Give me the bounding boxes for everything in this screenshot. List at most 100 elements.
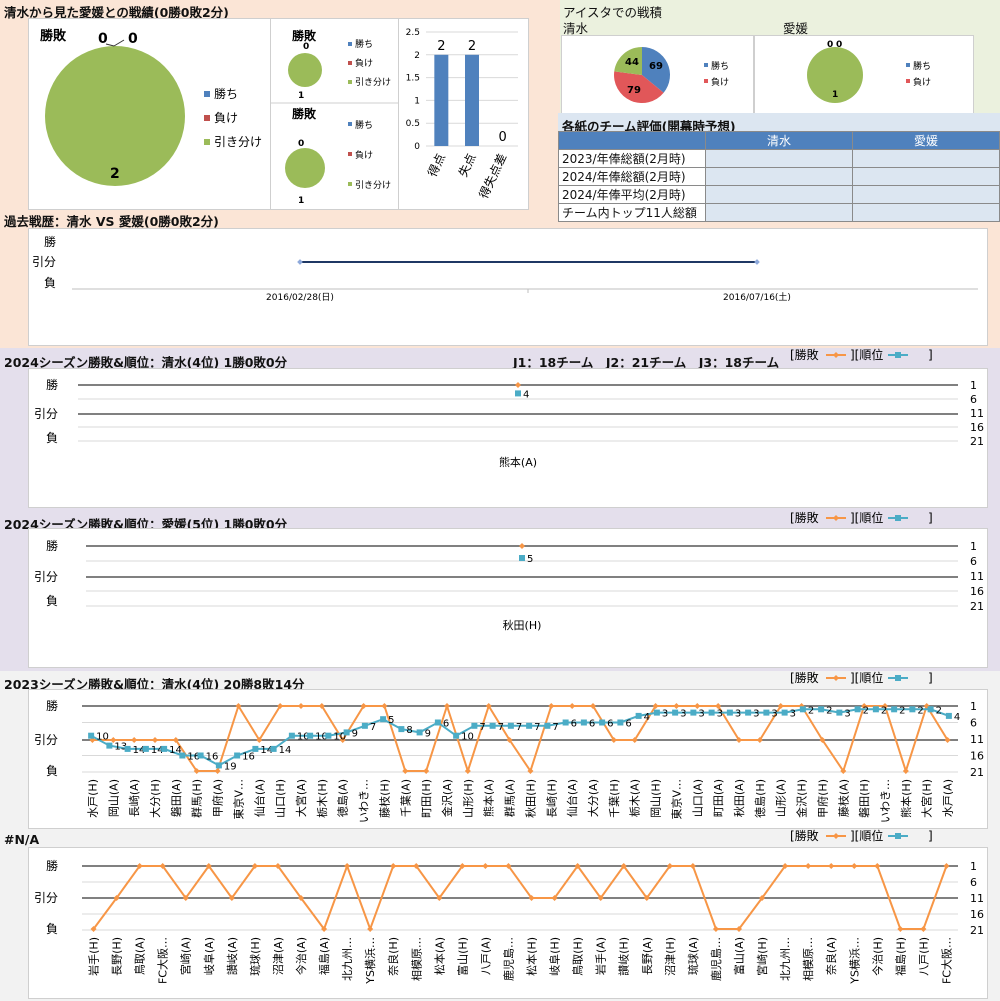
eval-row: 2024/年俸総額(2月時) [558, 167, 1000, 186]
x-category-label: 群馬(H) [190, 779, 204, 818]
legend-rank-marker [895, 352, 901, 358]
rank-point [471, 722, 478, 729]
aisuta-value-loss: 79 [627, 85, 641, 96]
rank-point [763, 709, 770, 716]
x-category-label: 金沢(H) [795, 779, 809, 818]
eval-row-label: 2023/年俸総額(2月時) [558, 149, 706, 168]
legend-rank-marker [895, 833, 901, 839]
rank-point [453, 732, 460, 739]
rank-point [361, 722, 368, 729]
rank-label: 3 [662, 709, 668, 720]
small-pie-1 [288, 53, 322, 87]
result-point [569, 703, 576, 709]
rank-label: 8 [406, 725, 412, 736]
aisuta-legend-loss-swatch [704, 79, 708, 83]
aisuta-ehime-legend-win: 勝ち [913, 60, 931, 72]
small-pie-1-win: 0 [303, 42, 309, 52]
result-point [423, 768, 430, 774]
rank-tick-label: 11 [970, 407, 984, 420]
bar-category-label: 得失点差 [475, 151, 509, 201]
legend-rank-label: ][順位 [850, 348, 883, 362]
aisuta-ehime-legend-loss: 負け [913, 76, 931, 88]
result-point [482, 863, 489, 869]
rank-label: 2 [826, 705, 832, 716]
rank-point [434, 719, 441, 726]
x-category-label: 熊本(A) [482, 779, 496, 817]
rank-tick-label: 21 [970, 435, 984, 448]
x-category-label: 鳥取(A) [133, 937, 147, 975]
bar-category-label: 得点 [424, 151, 448, 179]
legend-result-label: [勝敗 [790, 348, 819, 362]
rank-point [161, 745, 168, 752]
x-category-label: 相模原… [802, 937, 815, 981]
result-point [298, 703, 304, 709]
small-legend-2-loss-swatch [348, 152, 352, 156]
result-point [390, 863, 397, 869]
small-legend-1-win-swatch [348, 42, 352, 46]
rank-point [179, 752, 186, 759]
result-point [444, 703, 450, 709]
rank-point [380, 716, 387, 723]
x-category-label: 秋田(H) [503, 618, 542, 632]
aisuta-legend-loss: 負け [711, 76, 729, 88]
rank-label: 2 [936, 705, 942, 716]
small-legend-1-draw: 引き分け [355, 77, 391, 88]
result-y-label: 引分 [34, 891, 58, 905]
season-2024-ehime-chart: [勝敗][順位]勝引分負161116215秋田(H) [34, 511, 984, 632]
rank-point [945, 712, 952, 719]
result-point [897, 926, 904, 932]
rank-tick-label: 6 [970, 555, 977, 568]
history-y-label: 引分 [32, 255, 56, 269]
eval-cell [852, 185, 1000, 204]
rank-point [88, 732, 95, 739]
aisuta-pie-shimizu: 69 79 44 [614, 47, 670, 104]
result-y-label: 勝 [46, 377, 58, 392]
season-2024-shimizu-chart: [勝敗][順位]勝引分負161116214熊本(A) [34, 348, 984, 469]
rank-point [599, 719, 606, 726]
rank-point [142, 745, 149, 752]
small-legend-2-win-swatch [348, 122, 352, 126]
rank-label: 9 [352, 728, 358, 739]
rank-point [635, 712, 642, 719]
result-point [689, 863, 696, 869]
x-category-label: 讃岐(H) [618, 937, 631, 976]
result-point [828, 863, 835, 869]
legend-label-loss: 負け [214, 111, 238, 125]
x-category-label: 鹿児島… [501, 937, 515, 981]
x-category-label: 琉球(A) [686, 937, 700, 975]
x-category-label: 徳島(A) [336, 779, 350, 817]
x-category-label: 富山(A) [732, 937, 746, 975]
rank-label: 6 [607, 719, 613, 730]
legend-rank-label: ][順位 [850, 829, 883, 843]
x-category-label: 藤枝(A) [836, 779, 850, 817]
small-legend-2-loss: 負け [355, 149, 373, 161]
bar-ytick-label: 2 [414, 51, 420, 61]
rank-label: 3 [753, 709, 759, 720]
bar-ytick-label: 0.5 [406, 119, 420, 129]
rank-point [106, 742, 113, 749]
rank-point [745, 709, 752, 716]
main-pie-value-draw: 2 [110, 166, 120, 182]
rank-tick-label: 16 [970, 908, 984, 921]
rank-label: 2 [863, 705, 869, 716]
x-category-label: 熊本(H) [899, 779, 913, 818]
result-y-label: 引分 [34, 570, 58, 584]
aisuta-legend-win-swatch [704, 63, 708, 67]
eval-row-label: チーム内トップ11人総額 [558, 203, 706, 222]
result-y-label: 負 [46, 764, 58, 778]
rank-point [891, 706, 898, 713]
rank-tick-label: 1 [970, 379, 977, 392]
result-point [712, 926, 719, 932]
rank-point [580, 719, 587, 726]
x-category-label: 奈良(A) [824, 937, 838, 975]
legend-swatch-win [204, 91, 210, 97]
rank-tick-label: 6 [970, 717, 977, 730]
bar-value-label: 0 [499, 130, 507, 145]
rank-label: 5 [527, 554, 533, 565]
x-category-label: 甲府(H) [815, 779, 829, 818]
legend-result-marker [833, 675, 839, 681]
rank-label: 6 [625, 719, 631, 730]
x-category-label: 東京V… [669, 779, 683, 820]
eval-cell [852, 203, 1000, 222]
bar-value-label: 2 [468, 39, 476, 54]
